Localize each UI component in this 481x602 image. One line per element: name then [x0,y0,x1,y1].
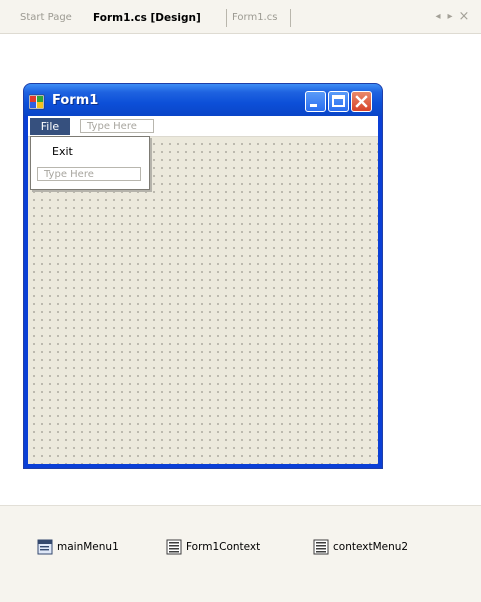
tray-component-label: Form1Context [186,541,261,553]
tray-component-contextmenu2[interactable]: contextMenu2 [313,539,408,555]
type-here-menu-slot[interactable]: Type Here [80,119,154,133]
tab-separator [226,9,227,27]
tab-separator [290,9,291,27]
form-client-area[interactable]: File Type Here Exit Type Here [28,116,378,464]
menu-item-exit[interactable]: Exit [52,145,73,158]
form-titlebar[interactable]: Form1 [24,84,382,116]
main-menu-icon [37,539,53,555]
main-menu-bar: File Type Here [28,116,378,137]
tray-component-label: mainMenu1 [57,541,119,553]
designer-surface: Form1 File Type Here Exit Type Here [0,34,481,504]
tray-component-label: contextMenu2 [333,541,409,553]
scroll-right-icon[interactable]: ▸ [444,9,456,25]
close-button[interactable] [351,91,372,112]
type-here-submenu-slot[interactable]: Type Here [37,167,141,181]
context-menu-icon [313,539,329,555]
scroll-left-icon[interactable]: ◂ [432,9,444,25]
form-window[interactable]: Form1 File Type Here Exit Type Here [24,84,382,468]
context-menu-icon [166,539,182,555]
close-tab-icon[interactable]: × [458,9,470,25]
tab-start-page[interactable]: Start Page [20,10,72,26]
menu-item-file[interactable]: File [30,118,70,135]
document-tab-strip: Start Page Form1.cs [Design] Form1.cs ◂ … [0,0,481,34]
tab-form1-code[interactable]: Form1.cs [232,10,277,26]
minimize-button[interactable] [305,91,326,112]
tray-component-form1context[interactable]: Form1Context [166,539,260,555]
form-title: Form1 [52,93,99,108]
file-dropdown-menu: Exit Type Here [30,136,150,190]
maximize-button[interactable] [328,91,349,112]
form-app-icon [28,94,45,110]
tab-form1-design[interactable]: Form1.cs [Design] [93,10,201,26]
tray-component-mainmenu1[interactable]: mainMenu1 [37,539,119,555]
component-tray: mainMenu1 Form1Context contextMenu2 [0,505,481,602]
